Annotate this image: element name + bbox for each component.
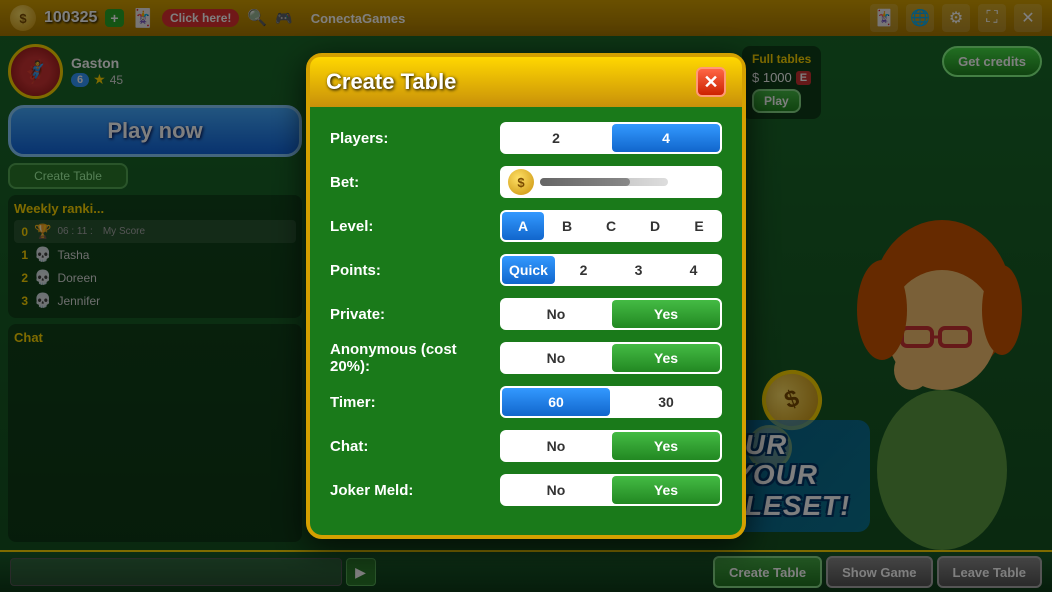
points-4-button[interactable]: 4 — [667, 256, 720, 284]
points-3-button[interactable]: 3 — [612, 256, 665, 284]
level-b-button[interactable]: B — [546, 212, 588, 240]
modal-body: Players: 2 4 Bet: $ 5 — [310, 107, 742, 535]
points-row: Points: Quick 2 3 4 — [330, 253, 722, 287]
bet-label: Bet: — [330, 174, 500, 191]
level-c-button[interactable]: C — [590, 212, 632, 240]
private-no-button[interactable]: No — [502, 300, 610, 328]
anonymous-label: Anonymous (cost 20%): — [330, 341, 500, 375]
modal-overlay: Create Table ✕ Players: 2 4 Bet: $ — [0, 0, 1052, 592]
players-4-button[interactable]: 4 — [612, 124, 720, 152]
points-2-button[interactable]: 2 — [557, 256, 610, 284]
joker-meld-yes-button[interactable]: Yes — [612, 476, 720, 504]
timer-60-button[interactable]: 60 — [502, 388, 610, 416]
bet-row: Bet: $ 500 — [330, 165, 722, 199]
bet-slider-fill — [540, 178, 630, 186]
joker-meld-row: Joker Meld: No Yes — [330, 473, 722, 507]
level-label: Level: — [330, 218, 500, 235]
level-row: Level: A B C D E — [330, 209, 722, 243]
bet-value: 500 — [674, 174, 714, 191]
chat-toggle: No Yes — [500, 430, 722, 462]
timer-row: Timer: 60 30 — [330, 385, 722, 419]
chat-label: Chat: — [330, 438, 500, 455]
points-label: Points: — [330, 262, 500, 279]
private-yes-button[interactable]: Yes — [612, 300, 720, 328]
bet-container: $ 500 — [500, 166, 722, 198]
chat-no-button[interactable]: No — [502, 432, 610, 460]
modal-title: Create Table — [326, 69, 456, 95]
level-d-button[interactable]: D — [634, 212, 676, 240]
players-label: Players: — [330, 130, 500, 147]
players-toggle: 2 4 — [500, 122, 722, 154]
private-toggle: No Yes — [500, 298, 722, 330]
timer-label: Timer: — [330, 394, 500, 411]
timer-30-button[interactable]: 30 — [612, 388, 720, 416]
bet-coin-icon: $ — [508, 169, 534, 195]
level-e-button[interactable]: E — [678, 212, 720, 240]
private-row: Private: No Yes — [330, 297, 722, 331]
timer-toggle: 60 30 — [500, 386, 722, 418]
players-2-button[interactable]: 2 — [502, 124, 610, 152]
points-quick-button[interactable]: Quick — [502, 256, 555, 284]
anonymous-yes-button[interactable]: Yes — [612, 344, 720, 372]
level-toggle: A B C D E — [500, 210, 722, 242]
create-table-modal: Create Table ✕ Players: 2 4 Bet: $ — [306, 53, 746, 539]
chat-yes-button[interactable]: Yes — [612, 432, 720, 460]
anonymous-row: Anonymous (cost 20%): No Yes — [330, 341, 722, 375]
private-label: Private: — [330, 306, 500, 323]
modal-close-button[interactable]: ✕ — [696, 67, 726, 97]
level-a-button[interactable]: A — [502, 212, 544, 240]
joker-meld-toggle: No Yes — [500, 474, 722, 506]
points-toggle: Quick 2 3 4 — [500, 254, 722, 286]
anonymous-toggle: No Yes — [500, 342, 722, 374]
joker-meld-no-button[interactable]: No — [502, 476, 610, 504]
bet-slider[interactable] — [540, 178, 668, 186]
anonymous-no-button[interactable]: No — [502, 344, 610, 372]
modal-header: Create Table ✕ — [310, 57, 742, 107]
joker-meld-label: Joker Meld: — [330, 482, 500, 499]
players-row: Players: 2 4 — [330, 121, 722, 155]
chat-row: Chat: No Yes — [330, 429, 722, 463]
